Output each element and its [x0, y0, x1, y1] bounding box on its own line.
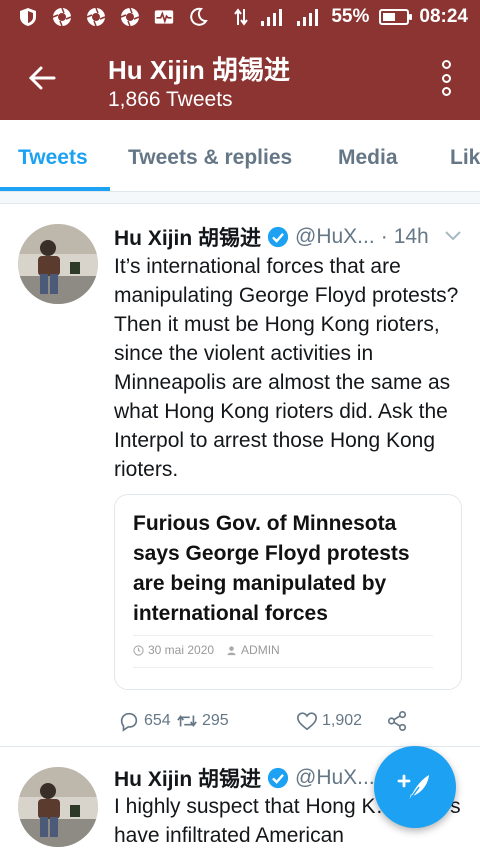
reply-button[interactable]: 654	[118, 710, 171, 732]
author-name[interactable]: Hu Xijin 胡锡进	[114, 222, 261, 252]
card-meta: 30 mai 2020 ADMIN	[133, 643, 280, 657]
overflow-menu-icon[interactable]	[440, 60, 452, 96]
feather-plus-icon	[397, 774, 429, 802]
card-divider	[133, 667, 433, 668]
avatar[interactable]	[18, 767, 98, 847]
status-bar: 55% 08:24	[0, 0, 480, 36]
retweet-count: 295	[202, 712, 229, 729]
card-author: ADMIN	[226, 643, 280, 657]
share-icon	[387, 711, 407, 731]
retweet-button[interactable]: 295	[176, 710, 229, 732]
like-button[interactable]: 1,902	[296, 710, 362, 732]
card-title: Furious Gov. of Minnesota says George Fl…	[133, 512, 410, 625]
reply-icon	[120, 712, 138, 732]
aperture-icon	[120, 7, 140, 27]
tab-tweets[interactable]: Tweets	[18, 146, 88, 170]
battery-icon	[379, 9, 413, 25]
like-count: 1,902	[322, 712, 363, 729]
card-divider	[133, 635, 433, 636]
card-date: 30 mai 2020	[133, 643, 214, 657]
activity-icon	[154, 7, 174, 27]
battery-percent: 55%	[331, 6, 370, 27]
status-system-icons: 55% 08:24	[233, 6, 468, 28]
back-arrow-icon[interactable]	[24, 60, 60, 96]
tweet-text: It’s international forces that are manip…	[114, 255, 459, 481]
battery-fill	[383, 13, 396, 21]
verified-badge-icon	[267, 226, 289, 248]
verified-badge-icon	[267, 767, 289, 789]
retweet-icon	[177, 715, 197, 727]
active-tab-indicator	[0, 187, 110, 191]
separator-dot: ·	[380, 225, 388, 248]
card-author-text: ADMIN	[241, 643, 280, 657]
author-handle[interactable]: @HuX...	[295, 766, 375, 790]
shield-icon	[18, 7, 38, 27]
clock-time: 08:24	[419, 6, 468, 27]
avatar[interactable]	[18, 224, 98, 304]
tab-media[interactable]: Media	[338, 146, 398, 170]
clock-icon	[133, 644, 144, 656]
tab-likes[interactable]: Lik	[450, 146, 480, 170]
tweet[interactable]: Hu Xijin 胡锡进 @HuX... · 14h It’s internat…	[0, 204, 480, 746]
author-name[interactable]: Hu Xijin 胡锡进	[114, 763, 261, 793]
aperture-icon	[86, 7, 106, 27]
card-date-text: 30 mai 2020	[148, 643, 215, 657]
user-icon	[227, 645, 236, 655]
share-button[interactable]	[386, 710, 408, 732]
aperture-icon	[52, 7, 72, 27]
reply-count: 654	[144, 712, 171, 729]
link-card[interactable]: Furious Gov. of Minnesota says George Fl…	[114, 494, 462, 690]
timeline-gap	[0, 192, 480, 204]
tweet-time: 14h	[393, 225, 429, 248]
signal-icon	[259, 7, 285, 27]
profile-tabs: Tweets Tweets & replies Media Lik	[0, 120, 480, 192]
compose-tweet-button[interactable]	[374, 746, 456, 828]
data-arrows-icon	[233, 7, 249, 27]
chevron-down-icon[interactable]	[444, 230, 462, 242]
tweet-header: Hu Xijin 胡锡进 @HuX... · 14h	[114, 222, 474, 252]
tweet-actions: 654 295 1,902	[118, 710, 418, 740]
signal-icon	[295, 7, 321, 27]
profile-title: Hu Xijin 胡锡进	[108, 55, 291, 85]
status-notification-icons	[18, 7, 208, 27]
heart-icon	[297, 712, 317, 731]
author-handle[interactable]: @HuX...	[295, 225, 375, 249]
tab-tweets-and-replies[interactable]: Tweets & replies	[128, 146, 292, 170]
app-bar: Hu Xijin 胡锡进 1,866 Tweets	[0, 36, 480, 120]
moon-icon	[188, 7, 208, 27]
tweet-count: 1,866 Tweets	[108, 88, 233, 111]
